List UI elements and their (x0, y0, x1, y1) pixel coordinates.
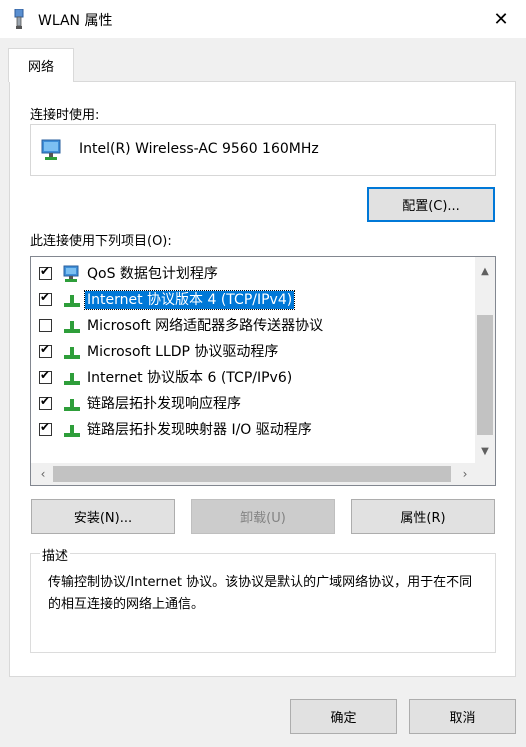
configure-button[interactable]: 配置(C)... (367, 187, 495, 222)
protocol-icon (64, 347, 80, 359)
ok-button[interactable]: 确定 (290, 699, 397, 734)
scroll-up-icon[interactable]: ▲ (475, 261, 495, 281)
cancel-button[interactable]: 取消 (409, 699, 516, 734)
window-title: WLAN 属性 (38, 13, 113, 29)
item-label: Microsoft 网络适配器多路传送器协议 (87, 318, 324, 334)
network-adapter-icon (41, 139, 61, 160)
scroll-left-icon[interactable]: ‹ (33, 463, 53, 485)
protocol-icon (64, 295, 80, 307)
list-item[interactable]: ✔ Microsoft LLDP 协议驱动程序 (31, 339, 477, 365)
title-bar: WLAN 属性 ✕ (0, 0, 526, 38)
qos-scheduler-icon (63, 265, 79, 282)
tab-label: 网络 (27, 60, 54, 75)
adapter-name: Intel(R) Wireless-AC 9560 160MHz (79, 141, 319, 157)
scrollbar-corner (475, 463, 495, 485)
item-label: 链路层拓扑发现响应程序 (87, 396, 241, 412)
list-item[interactable]: ✔ QoS 数据包计划程序 (31, 261, 477, 287)
item-label: Internet 协议版本 6 (TCP/IPv6) (87, 370, 293, 386)
network-adapter-icon (14, 9, 24, 29)
item-checkbox[interactable] (39, 319, 52, 332)
description-text: 传输控制协议/Internet 协议。该协议是默认的广域网络协议，用于在不同的相… (48, 575, 473, 612)
scroll-down-icon[interactable]: ▼ (475, 441, 495, 461)
item-checkbox[interactable]: ✔ (39, 369, 52, 384)
horizontal-scrollbar[interactable]: ‹ › (31, 463, 495, 485)
protocol-icon (64, 399, 80, 411)
list-item[interactable]: ✔ 链路层拓扑发现响应程序 (31, 391, 477, 417)
items-label: 此连接使用下列项目(O): (30, 234, 172, 249)
vertical-scrollbar[interactable]: ▲ ▼ (475, 257, 495, 463)
list-item[interactable]: ✔ Internet 协议版本 6 (TCP/IPv6) (31, 365, 477, 391)
list-item[interactable]: ✔ 链路层拓扑发现映射器 I/O 驱动程序 (31, 417, 477, 443)
scrollbar-thumb[interactable] (53, 466, 451, 482)
close-icon: ✕ (493, 8, 509, 30)
protocol-icon (64, 321, 80, 333)
uninstall-button[interactable]: 卸载(U) (191, 499, 335, 534)
item-checkbox[interactable]: ✔ (39, 395, 52, 410)
protocol-icon (64, 425, 80, 437)
list-item[interactable]: Microsoft 网络适配器多路传送器协议 (31, 313, 477, 339)
item-label: Microsoft LLDP 协议驱动程序 (87, 344, 279, 360)
item-checkbox[interactable]: ✔ (39, 265, 52, 280)
scroll-right-icon[interactable]: › (455, 463, 475, 485)
tab-network[interactable]: 网络 (8, 48, 74, 82)
scrollbar-thumb[interactable] (477, 315, 493, 435)
protocol-icon (64, 373, 80, 385)
item-label: Internet 协议版本 4 (TCP/IPv4) (83, 290, 296, 310)
connect-using-label: 连接时使用: (30, 108, 100, 123)
list-item[interactable]: ✔ Internet 协议版本 4 (TCP/IPv4) (31, 287, 477, 313)
items-list: ✔ QoS 数据包计划程序 ✔ Internet 协议版本 4 (TCP/IPv… (30, 256, 496, 486)
close-button[interactable]: ✕ (484, 6, 518, 32)
item-checkbox[interactable]: ✔ (39, 343, 52, 358)
install-button[interactable]: 安装(N)... (31, 499, 175, 534)
item-label: 链路层拓扑发现映射器 I/O 驱动程序 (87, 422, 312, 438)
adapter-box: Intel(R) Wireless-AC 9560 160MHz (30, 124, 496, 176)
description-legend: 描述 (40, 545, 71, 564)
item-checkbox[interactable]: ✔ (39, 421, 52, 436)
properties-button[interactable]: 属性(R) (351, 499, 495, 534)
item-checkbox[interactable]: ✔ (39, 291, 52, 306)
item-label: QoS 数据包计划程序 (87, 266, 218, 282)
